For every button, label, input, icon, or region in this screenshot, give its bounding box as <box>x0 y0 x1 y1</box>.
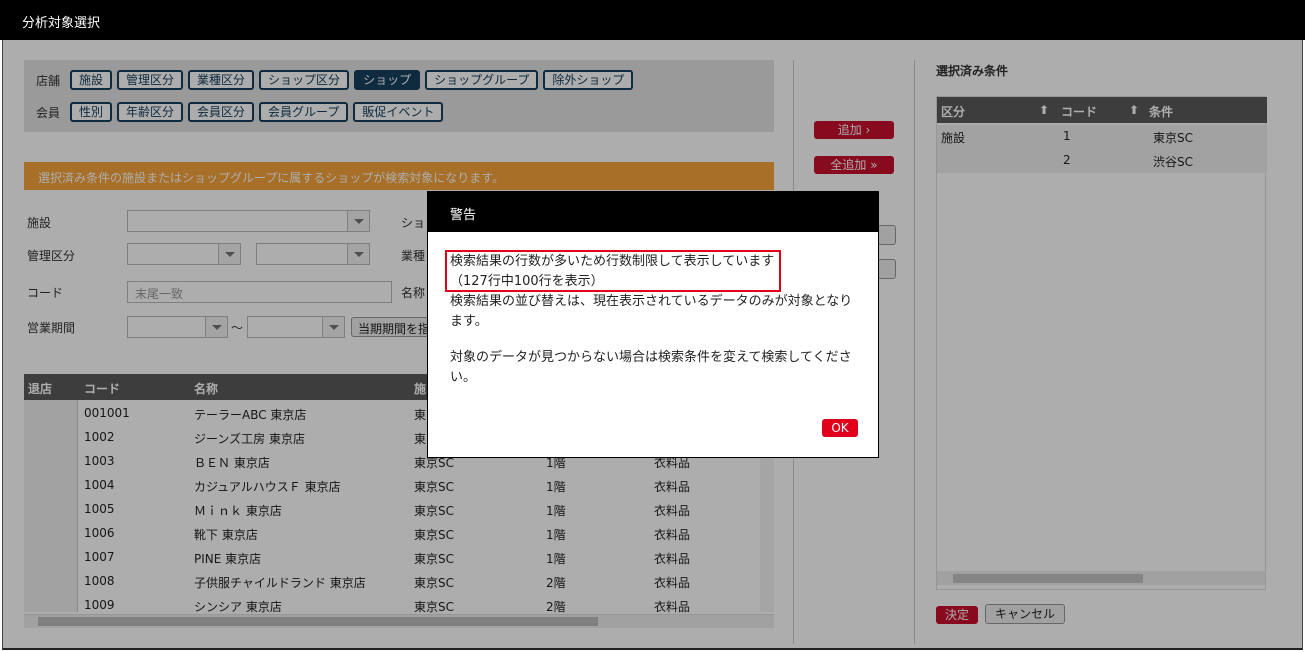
highlight-box <box>445 250 781 292</box>
message-line: い。 <box>450 370 477 385</box>
message-line: 対象のデータが見つからない場合は検索条件を変えて検索してくださ <box>450 350 852 365</box>
ok-button[interactable]: OK <box>822 419 858 437</box>
warning-dialog-body: 検索結果の行数が多いため行数制限して表示しています （127行中100行を表示）… <box>428 232 878 408</box>
warning-dialog-title: 警告 <box>428 192 878 232</box>
warning-dialog: 警告 検索結果の行数が多いため行数制限して表示しています （127行中100行を… <box>427 191 879 458</box>
message-line: 検索結果の並び替えは、現在表示されているデータのみが対象となり <box>450 294 853 309</box>
window-title: 分析対象選択 <box>0 0 1305 40</box>
message-line: ます。 <box>450 314 488 329</box>
